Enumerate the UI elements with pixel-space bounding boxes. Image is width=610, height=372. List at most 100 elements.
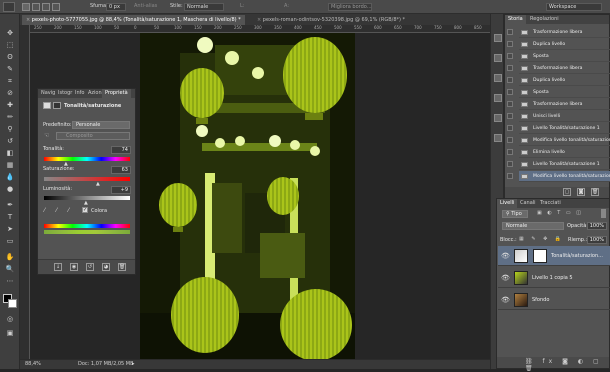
marquee-tool-icon[interactable]: ⬚: [3, 40, 17, 50]
history-brush-source-checkbox[interactable]: [507, 173, 513, 179]
layer-mask-thumbnail[interactable]: [533, 249, 547, 263]
status-menu-arrow-icon[interactable]: ▸: [132, 360, 135, 369]
history-item[interactable]: Trasformazione libera: [519, 99, 610, 110]
dock-paragraph-icon[interactable]: [494, 94, 502, 102]
visibility-eye-icon[interactable]: 👁: [501, 268, 510, 288]
hue-slider-track[interactable]: [44, 157, 130, 161]
view-previous-icon[interactable]: ◉: [70, 263, 78, 271]
history-brush-source-checkbox[interactable]: [507, 53, 513, 59]
target-adjust-hand-icon[interactable]: ☜: [44, 132, 52, 139]
tab-paths[interactable]: Tracciati: [537, 199, 564, 208]
mask-icon[interactable]: [53, 102, 61, 109]
history-item[interactable]: Trasformazione libera: [519, 63, 610, 74]
dock-actions-icon[interactable]: [494, 54, 502, 62]
eyedropper-plus-icon[interactable]: ⁄: [56, 207, 57, 214]
history-brush-source-checkbox[interactable]: [507, 101, 513, 107]
tab-document-1[interactable]: × pexels-photo-5777055.jpg @ 88,4% (Tona…: [22, 15, 245, 25]
eyedropper-tool-icon[interactable]: ⊘: [3, 88, 17, 98]
layers-footer-icons[interactable]: ⛓ fx ◙ ◐ ▢ 🗑: [525, 358, 609, 372]
quick-select-tool-icon[interactable]: ✎: [3, 64, 17, 74]
visibility-eye-icon[interactable]: 👁: [501, 290, 510, 310]
eyedropper-minus-icon[interactable]: ⁄: [68, 207, 69, 214]
saturation-value-input[interactable]: 63: [111, 166, 131, 174]
dock-history-icon[interactable]: [494, 34, 502, 42]
visibility-eye-icon[interactable]: 👁: [501, 246, 510, 266]
history-item[interactable]: Livello Tonalità/saturazione 1: [519, 123, 610, 134]
new-document-from-state-icon[interactable]: ▢: [563, 188, 571, 196]
clone-stamp-tool-icon[interactable]: ⚲: [3, 124, 17, 134]
hand-tool-icon[interactable]: ✋: [3, 252, 17, 262]
intersect-selection-icon[interactable]: [52, 3, 60, 11]
channel-select[interactable]: Composito: [56, 132, 130, 140]
hue-value-input[interactable]: 74: [111, 146, 131, 154]
history-item[interactable]: Modifica livello tonalità/saturazione: [519, 171, 610, 182]
gradient-tool-icon[interactable]: ▦: [3, 160, 17, 170]
lasso-tool-icon[interactable]: ʘ: [3, 52, 17, 62]
move-tool-icon[interactable]: ✥: [3, 28, 17, 38]
new-snapshot-icon[interactable]: ◙: [577, 188, 585, 196]
layer-filter-icons[interactable]: ▣ ◐ T ▭ ◫: [537, 210, 597, 218]
reset-icon[interactable]: ↺: [86, 263, 94, 271]
antialias-checkbox[interactable]: Anti-alias: [134, 3, 157, 9]
tab-channels[interactable]: Canali: [517, 199, 539, 208]
dock-character-icon[interactable]: [494, 74, 502, 82]
history-item[interactable]: Elimina livello: [519, 147, 610, 158]
history-item[interactable]: Livello Tonalità/saturazione 1: [519, 159, 610, 170]
new-selection-icon[interactable]: [22, 3, 30, 11]
shape-tool-icon[interactable]: ▭: [3, 236, 17, 246]
saturation-slider-thumb[interactable]: ▲: [96, 181, 100, 187]
pen-tool-icon[interactable]: ✒: [3, 200, 17, 210]
tab-adjustments[interactable]: Regolazioni: [527, 15, 562, 24]
history-brush-source-checkbox[interactable]: [507, 65, 513, 71]
dock-brushes-icon[interactable]: [494, 134, 502, 142]
tab-document-2[interactable]: × pexels-roman-odintsov-5320398.jpg @ 69…: [253, 15, 409, 25]
history-brush-source-checkbox[interactable]: [507, 89, 513, 95]
healing-tool-icon[interactable]: ✚: [3, 100, 17, 110]
tab-layers[interactable]: Livelli: [497, 199, 518, 208]
opacity-input[interactable]: 100%: [587, 222, 607, 230]
saturation-slider-track[interactable]: [44, 177, 130, 181]
subtract-selection-icon[interactable]: [42, 3, 50, 11]
marquee-tool-preset[interactable]: [3, 2, 15, 12]
history-item[interactable]: Trasformazione libera: [519, 27, 610, 38]
colorize-checkbox[interactable]: ✓: [82, 207, 88, 213]
eraser-tool-icon[interactable]: ◧: [3, 148, 17, 158]
background-color-swatch[interactable]: [8, 299, 17, 308]
screen-mode-icon[interactable]: ▣: [3, 328, 17, 338]
document-image[interactable]: [140, 33, 355, 359]
lightness-slider-thumb[interactable]: ▲: [84, 200, 88, 206]
history-item[interactable]: Duplica livello: [519, 39, 610, 50]
history-item[interactable]: Modifica livello tonalità/saturazione: [519, 135, 610, 146]
layer-row[interactable]: 👁 Sfondo: [498, 290, 610, 310]
lightness-value-input[interactable]: +9: [111, 186, 131, 194]
history-brush-tool-icon[interactable]: ↺: [3, 136, 17, 146]
history-brush-source-checkbox[interactable]: [507, 137, 513, 143]
history-brush-source-checkbox[interactable]: [507, 113, 513, 119]
zoom-readout[interactable]: 88,4%: [25, 360, 41, 369]
layer-row[interactable]: 👁 Tonalità/saturazion...: [498, 246, 610, 266]
filter-toggle[interactable]: [601, 209, 606, 218]
blend-mode-select[interactable]: Normale: [502, 222, 564, 230]
delete-state-icon[interactable]: 🗑: [591, 188, 599, 196]
history-brush-source-checkbox[interactable]: [507, 29, 513, 35]
add-selection-icon[interactable]: [32, 3, 40, 11]
history-item[interactable]: Unisci livelli: [519, 111, 610, 122]
lock-icons[interactable]: ▦ ✎ ✥ 🔒: [519, 236, 564, 242]
history-item[interactable]: Duplica livello: [519, 75, 610, 86]
fill-input[interactable]: 100%: [587, 236, 607, 244]
visibility-toggle-icon[interactable]: ◕: [102, 263, 110, 271]
history-brush-source-checkbox[interactable]: [507, 41, 513, 47]
delete-adjustment-icon[interactable]: 🗑: [118, 263, 126, 271]
eyedropper-icon[interactable]: ⁄: [44, 207, 45, 214]
history-brush-source-checkbox[interactable]: [507, 161, 513, 167]
blur-tool-icon[interactable]: 💧: [3, 172, 17, 182]
dodge-tool-icon[interactable]: ●: [3, 184, 17, 194]
zoom-tool-icon[interactable]: 🔍: [3, 264, 17, 274]
refine-edge-button[interactable]: Migliora bordo...: [328, 3, 372, 11]
history-brush-source-checkbox[interactable]: [507, 149, 513, 155]
tab-properties[interactable]: Proprietà: [102, 89, 131, 98]
workspace-select[interactable]: Workspace: [546, 3, 602, 11]
preset-select[interactable]: Personale: [72, 121, 130, 129]
layer-filter-select[interactable]: ⚲ Tipo: [502, 210, 528, 218]
clip-to-layer-icon[interactable]: ↓: [54, 263, 62, 271]
